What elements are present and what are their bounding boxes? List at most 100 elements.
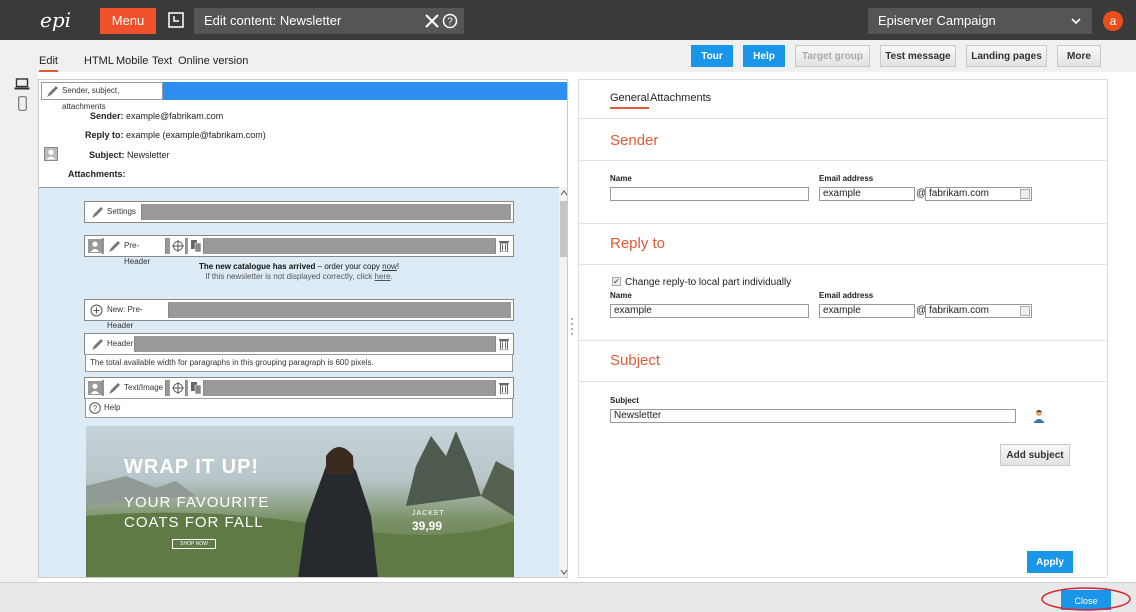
tab-mobile[interactable]: Mobile — [116, 55, 148, 67]
textimage-copy-box[interactable] — [188, 380, 204, 396]
sender-subject-text: Sender, subject, attachments — [62, 86, 120, 111]
new-preheader-label[interactable]: New: Pre-Header — [87, 302, 169, 330]
campaign-selector[interactable]: Episerver Campaign — [868, 8, 1092, 34]
textimage-block[interactable]: Text/Image — [84, 377, 514, 399]
test-message-button[interactable]: Test message — [880, 45, 956, 67]
banner-line2: COATS FOR FALL — [124, 514, 264, 531]
tour-button[interactable]: Tour — [691, 45, 733, 67]
header-block[interactable]: Header — [84, 333, 514, 355]
preheader-copy-box[interactable] — [188, 238, 204, 254]
attachments-label: Attachments: — [68, 169, 126, 179]
preheader-end: ! — [396, 262, 400, 271]
user-icon — [88, 239, 102, 253]
reply-domain-select[interactable]: fabrikam.com — [925, 304, 1032, 318]
edit-content-tab[interactable]: Edit content: Newsletter ? — [194, 8, 464, 34]
header-label[interactable]: Header — [87, 336, 135, 352]
divider — [579, 264, 1107, 265]
subject-field-label: Subject — [610, 396, 639, 405]
tab-text[interactable]: Text — [152, 55, 172, 67]
menu-button[interactable]: Menu — [100, 8, 156, 34]
preheader-user-box[interactable] — [87, 238, 103, 254]
top-bar: epi Menu Edit content: Newsletter ? Epis… — [0, 0, 1136, 40]
help-row[interactable]: ? Help — [85, 398, 513, 418]
pencil-icon — [47, 86, 58, 97]
phone-icon[interactable] — [18, 96, 27, 111]
newsletter-editor-panel: Sender, subject, attachments Sender: exa… — [38, 79, 568, 578]
tab-html[interactable]: HTML — [84, 55, 114, 67]
tab-attachments[interactable]: Attachments — [650, 92, 711, 104]
settings-block[interactable]: Settings — [84, 201, 514, 223]
message-settings-panel: General Attachments Sender Name Email ad… — [578, 79, 1108, 578]
subject-input[interactable]: Newsletter — [610, 409, 1016, 423]
chevron-down-icon[interactable] — [560, 568, 568, 576]
settings-label[interactable]: Settings — [87, 204, 142, 220]
user-icon[interactable] — [44, 147, 58, 161]
pencil-icon — [92, 339, 103, 350]
jacket-label: JACKET — [412, 510, 445, 517]
laptop-icon[interactable] — [14, 78, 30, 90]
splitter-handle[interactable] — [569, 316, 575, 336]
preheader-content: The new catalogue has arrived – order yo… — [86, 257, 512, 283]
banner-headline: WRAP IT UP! — [124, 456, 260, 478]
chevron-down-icon — [1020, 306, 1030, 316]
sender-name-input[interactable] — [610, 187, 809, 201]
close-icon[interactable] — [423, 12, 441, 30]
new-preheader-text: New: Pre-Header — [107, 305, 143, 330]
new-preheader-block[interactable]: New: Pre-Header — [84, 299, 514, 330]
sender-subject-label[interactable]: Sender, subject, attachments — [41, 82, 163, 111]
textimage-move-box[interactable] — [170, 380, 186, 396]
add-subject-button[interactable]: Add subject — [1000, 444, 1070, 466]
reply-email-local-input[interactable]: example — [819, 304, 915, 318]
preheader-link[interactable]: now — [382, 262, 397, 271]
more-button[interactable]: More — [1057, 45, 1101, 67]
help-button[interactable]: Help — [743, 45, 785, 67]
editor-toolbar: Edit HTML Mobile Text Online version Tou… — [0, 40, 1136, 72]
reply-row: Reply to: example (example@fabrikam.com) — [85, 130, 266, 140]
reply-email-label: Email address — [819, 291, 874, 300]
person-icon[interactable] — [1033, 409, 1045, 423]
user-avatar[interactable]: a — [1103, 11, 1123, 31]
header-text: Header — [107, 339, 134, 348]
divider — [579, 223, 1107, 224]
sender-domain-select[interactable]: fabrikam.com — [925, 187, 1032, 201]
tab-online-version[interactable]: Online version — [178, 55, 248, 67]
episerver-logo: epi — [40, 8, 72, 32]
canvas-scrollbar[interactable] — [559, 187, 568, 577]
sender-email-local-input[interactable]: example — [819, 187, 915, 201]
textimage-delete-box[interactable] — [495, 380, 511, 396]
reply-local-checkbox[interactable]: ✔ — [612, 277, 621, 286]
subject-value: Newsletter — [127, 150, 170, 160]
help-circle-icon[interactable]: ? — [442, 13, 458, 29]
question-circle-icon: ? — [89, 402, 101, 414]
preheader-move-box[interactable] — [170, 238, 186, 254]
reply-name-input[interactable]: example — [610, 304, 809, 318]
newsletter-canvas: Settings Pre-Header The new catalogue ha… — [39, 187, 559, 577]
tab-edit[interactable]: Edit — [39, 55, 58, 72]
header-content: The total available width for paragraphs… — [85, 354, 513, 372]
chevron-down-icon — [1020, 189, 1030, 199]
header-delete-box[interactable] — [495, 336, 511, 352]
textimage-user-box[interactable] — [87, 380, 103, 396]
jacket-price: 39,99 — [412, 519, 443, 533]
sender-subject-bar[interactable]: Sender, subject, attachments — [41, 82, 567, 111]
preheader-label[interactable]: Pre-Header — [104, 238, 166, 266]
apply-button[interactable]: Apply — [1027, 551, 1073, 573]
target-group-button[interactable]: Target group — [795, 45, 870, 67]
textimage-label[interactable]: Text/Image — [104, 380, 166, 396]
tab-general[interactable]: General — [610, 92, 650, 109]
shop-now-button[interactable]: SHOP NOW — [172, 539, 216, 549]
sender-name-label: Name — [610, 174, 632, 183]
newwindow-icon[interactable] — [168, 12, 184, 28]
svg-text:?: ? — [447, 17, 453, 28]
svg-text:?: ? — [93, 404, 98, 413]
copy-icon — [191, 382, 202, 394]
preheader-delete-box[interactable] — [495, 238, 511, 254]
preheader-block[interactable]: Pre-Header — [84, 235, 514, 266]
sender-domain-value: fabrikam.com — [929, 188, 990, 199]
device-sidebar — [0, 72, 38, 582]
chevron-up-icon[interactable] — [560, 189, 568, 197]
scrollbar-thumb[interactable] — [560, 201, 567, 257]
subject-label: Subject: — [89, 150, 125, 160]
preheader-line2-link[interactable]: here — [375, 272, 391, 281]
landing-pages-button[interactable]: Landing pages — [966, 45, 1047, 67]
